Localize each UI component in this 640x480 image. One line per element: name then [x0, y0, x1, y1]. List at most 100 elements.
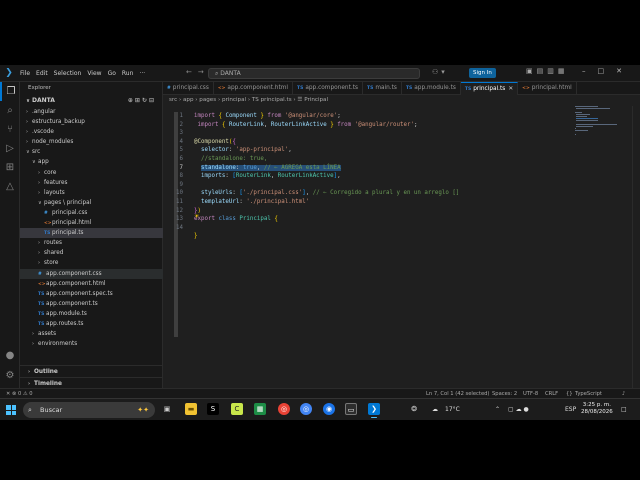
code-line[interactable]: selector: 'app-principal', — [194, 146, 292, 155]
editor-tab[interactable]: <> principal.html — [518, 82, 577, 95]
breadcrumb[interactable]: src › app › pages › principal › TS princ… — [163, 95, 640, 106]
extensions-icon[interactable]: ⊞ — [0, 158, 20, 177]
code-line[interactable]: templateUrl: './principal.html' — [194, 198, 309, 207]
menu-more[interactable]: ··· — [139, 70, 145, 77]
editor-tab[interactable]: TS main.ts — [363, 82, 402, 95]
editor-tab[interactable]: TS app.module.ts — [402, 82, 461, 95]
terminal-icon[interactable]: ▭ — [345, 403, 357, 415]
tree-folder[interactable]: › store — [20, 258, 163, 268]
code-line[interactable]: import { RouterLink, RouterLinkActive } … — [194, 121, 418, 130]
command-center-search[interactable]: ⌕ DANTA — [208, 68, 420, 79]
explorer-icon[interactable]: ❐ — [0, 82, 20, 101]
windows-taskbar: ⌕ Buscar ✦✦ ▣ ▬ S C ▦ ◎ ◎ ◉ ▭ ❯ ❂ ☁ 17°C… — [0, 398, 640, 420]
tree-folder[interactable]: ∨ app — [20, 157, 163, 167]
tree-folder[interactable]: › core — [20, 168, 163, 178]
layout-toggle-icons[interactable]: ▣▤▥▦ — [526, 67, 568, 75]
run-debug-icon[interactable]: ▷ — [0, 139, 20, 158]
code-line[interactable]: @Component({ — [194, 138, 236, 147]
code-editor[interactable]: 1 import { Component } from '@angular/cor… — [163, 106, 573, 389]
tree-folder[interactable]: › environments — [20, 339, 163, 349]
vscode-taskbar-icon[interactable]: ❯ — [368, 403, 380, 418]
tree-folder[interactable]: › assets — [20, 329, 163, 339]
app-c-icon[interactable]: C — [231, 403, 243, 415]
command-center-text: DANTA — [220, 70, 241, 77]
menu-view[interactable]: View — [87, 70, 101, 77]
windows-start-icon[interactable] — [6, 405, 16, 415]
tree-file[interactable]: TS app.component.spec.ts — [20, 289, 163, 299]
lightbulb-icon[interactable]: ☀ — [194, 213, 199, 220]
menu-selection[interactable]: Selection — [54, 70, 82, 77]
code-line[interactable]: } — [194, 232, 198, 241]
tree-folder[interactable]: › layouts — [20, 188, 163, 198]
chrome-icon[interactable]: ◎ — [278, 403, 290, 415]
source-control-icon[interactable]: ⑂ — [0, 120, 20, 139]
menu-go[interactable]: Go — [108, 70, 116, 77]
tray-app-icons[interactable]: ▢ ☁ ● — [508, 399, 529, 420]
tree-folder[interactable]: › .angular — [20, 107, 163, 117]
weather-temperature[interactable]: 17°C — [445, 399, 460, 420]
workspace-root[interactable]: ∨ DANTA ⊕⊞↻⊟ — [20, 95, 162, 106]
nav-arrows-icon[interactable]: ←→ — [186, 68, 210, 76]
stripe-like-app-icon[interactable]: S — [207, 403, 219, 415]
tree-item-label: principal.html — [52, 220, 92, 227]
editor-tab[interactable]: # principal.css — [163, 82, 214, 95]
tree-folder[interactable]: › features — [20, 178, 163, 188]
minimap[interactable] — [573, 106, 631, 146]
tree-folder[interactable]: ∨ pages \ principal — [20, 198, 163, 208]
explorer-sidebar: Explorer ∨ DANTA ⊕⊞↻⊟ › .angular › estructur… — [20, 82, 178, 389]
explorer-action-icons[interactable]: ⊕⊞↻⊟ — [128, 95, 156, 106]
tree-folder[interactable]: ∨ src — [20, 147, 163, 157]
tray-chevron-up-icon[interactable]: ⌃ — [495, 399, 500, 420]
menu-edit[interactable]: Edit — [36, 70, 48, 77]
keyboard-language[interactable]: ESP — [565, 399, 576, 420]
code-line[interactable]: //standalone: true, — [194, 155, 267, 164]
account-icon[interactable]: ● — [0, 346, 20, 365]
tab-close-icon[interactable]: ✕ — [508, 86, 513, 92]
tree-file[interactable]: TS app.component.ts — [20, 299, 163, 309]
tree-file[interactable]: TS app.module.ts — [20, 309, 163, 319]
tree-file[interactable]: TS principal.ts — [20, 228, 163, 239]
editor-tab[interactable]: TS principal.ts ✕ — [460, 82, 519, 95]
tree-folder[interactable]: › node_modules — [20, 137, 163, 147]
spreadsheet-app-icon[interactable]: ▦ — [254, 403, 266, 415]
browser-icon[interactable]: ◉ — [323, 403, 335, 415]
outline-section[interactable]: › Outline — [20, 365, 163, 377]
menu-run[interactable]: Run — [122, 70, 134, 77]
tree-file[interactable]: # app.component.css — [20, 268, 163, 279]
code-line[interactable]: styleUrls: ['./principal.css'], // ← Cor… — [194, 189, 459, 198]
weather-icon[interactable]: ☁ — [432, 399, 438, 420]
search-icon[interactable]: ⌕ — [0, 101, 20, 120]
window-controls[interactable]: –□✕ — [582, 67, 634, 75]
system-clock[interactable]: 3:25 p. m. 28/08/2026 — [581, 402, 613, 416]
menu-file[interactable]: File — [20, 70, 30, 77]
taskbar-search[interactable]: ⌕ Buscar ✦✦ — [23, 402, 155, 418]
code-line[interactable]: imports: [RouterLink, RouterLinkActive], — [194, 172, 341, 181]
file-explorer-icon[interactable]: ▬ — [185, 403, 197, 415]
editor-tab[interactable]: <> app.component.html — [214, 82, 293, 95]
code-line[interactable]: export class Principal { — [194, 215, 278, 224]
line-number: 2 — [179, 121, 184, 128]
tree-folder[interactable]: › shared — [20, 248, 163, 258]
copilot-icon[interactable]: ⚇▾ — [432, 68, 448, 76]
tree-folder[interactable]: › estructura_backup — [20, 117, 163, 127]
sign-in-button[interactable]: Sign In — [469, 68, 496, 78]
editor-tab[interactable]: TS app.component.ts — [293, 82, 363, 95]
task-view-icon[interactable]: ▣ — [161, 403, 173, 415]
angular-icon[interactable]: △ — [0, 177, 20, 196]
editor-scrollbar[interactable] — [632, 106, 640, 389]
tree-folder[interactable]: › routes — [20, 238, 163, 248]
tree-file[interactable]: TS app.routes.ts — [20, 319, 163, 329]
tree-item-label: principal.ts — [52, 230, 84, 237]
gear-icon[interactable]: ⚙ — [0, 366, 20, 385]
tree-file[interactable]: <>principal.html — [20, 218, 163, 228]
status-bar: ✕ ⊗ 0 ⚠ 0 Ln 7, Col 1 (42 selected) Spac… — [0, 388, 640, 398]
code-line[interactable]: standalone: true, // ← AGREGA esta LÍNEA — [194, 164, 341, 173]
chrome-profile-icon[interactable]: ◎ — [300, 403, 312, 415]
code-line[interactable]: import { Component } from '@angular/core… — [194, 112, 341, 121]
tree-file[interactable]: <>app.component.html — [20, 279, 163, 289]
line-number: 10 — [176, 190, 183, 197]
tree-folder[interactable]: › .vscode — [20, 127, 163, 137]
tree-file[interactable]: # principal.css — [20, 208, 163, 218]
copilot-taskbar-icon[interactable]: ❂ — [408, 403, 420, 415]
notifications-icon[interactable]: □ — [621, 399, 627, 420]
